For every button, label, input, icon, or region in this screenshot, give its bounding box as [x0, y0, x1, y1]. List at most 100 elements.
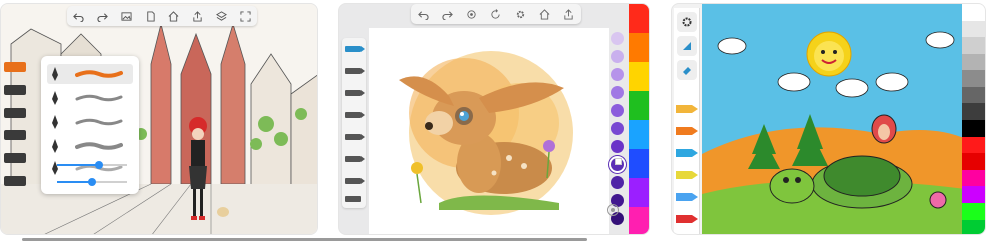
- slider-knob[interactable]: [95, 161, 103, 169]
- rotate-icon[interactable]: [489, 7, 503, 21]
- palette-color-cell[interactable]: [962, 70, 985, 87]
- palette-color-cell[interactable]: [962, 103, 985, 121]
- tool-sidebar: [4, 62, 26, 186]
- crayon-color[interactable]: [676, 188, 698, 201]
- brush-option-airbrush[interactable]: [47, 136, 133, 156]
- brush-sidebar: [342, 38, 366, 208]
- top-toolbar: [411, 4, 581, 24]
- slider-fill: [57, 164, 99, 166]
- palette-color-cell[interactable]: [629, 91, 649, 120]
- brush-stroke-preview: [75, 118, 123, 126]
- crayon-color[interactable]: [676, 144, 698, 157]
- palette-color-cell[interactable]: [962, 186, 985, 203]
- share-icon[interactable]: [562, 7, 576, 21]
- brush-tools: [345, 46, 365, 202]
- crayon-color[interactable]: [676, 122, 698, 135]
- color-swatch[interactable]: [610, 140, 624, 153]
- brush-stroke-preview: [75, 142, 123, 150]
- home-icon[interactable]: [167, 9, 181, 23]
- pen-icon: [52, 67, 58, 81]
- brush-option-pencil[interactable]: [47, 112, 133, 132]
- redo-icon[interactable]: [440, 7, 454, 21]
- gear-icon[interactable]: [513, 7, 527, 21]
- palette-color-cell[interactable]: [962, 120, 985, 137]
- brush-option-crayon[interactable]: [47, 158, 133, 178]
- brush-size-slider[interactable]: [57, 161, 127, 169]
- undo-icon[interactable]: [72, 9, 86, 23]
- crayon-color[interactable]: [676, 166, 698, 179]
- fawn-watercolor-artwork: [399, 51, 573, 215]
- palette-color-cell[interactable]: [629, 149, 649, 178]
- palette-color-cell[interactable]: [962, 20, 985, 38]
- pencil-icon: [52, 115, 58, 129]
- color-swatch[interactable]: [610, 122, 624, 135]
- palette-color-cell[interactable]: [629, 178, 649, 207]
- color-swatch[interactable]: [610, 104, 624, 117]
- brush-opacity-slider[interactable]: [57, 178, 127, 186]
- share-icon[interactable]: [191, 9, 205, 23]
- palette-color-cell[interactable]: [962, 86, 985, 104]
- drawing-canvas[interactable]: [369, 28, 609, 234]
- marker-tool-button[interactable]: [4, 84, 26, 95]
- horizontal-scrollbar-thumb[interactable]: [22, 238, 587, 241]
- brush-picker-popup: [41, 56, 139, 194]
- bucket-icon: [683, 42, 691, 50]
- fullscreen-icon[interactable]: [238, 9, 252, 23]
- redo-icon[interactable]: [96, 9, 110, 23]
- eraser-button[interactable]: [677, 60, 697, 80]
- palette-color-cell[interactable]: [629, 207, 649, 234]
- palette-color-cell[interactable]: [962, 153, 985, 170]
- fill-tool-button[interactable]: [4, 175, 26, 186]
- palette-color-cell[interactable]: [962, 37, 985, 54]
- palette-color-cell[interactable]: [629, 33, 649, 62]
- home-icon[interactable]: [538, 7, 552, 21]
- color-swatch[interactable]: [610, 68, 624, 81]
- brush-stroke-preview: [75, 70, 123, 78]
- settings-button[interactable]: [677, 12, 697, 32]
- marker-icon: [52, 91, 58, 105]
- top-toolbar: [67, 6, 257, 26]
- coloring-page-artwork: [702, 4, 966, 234]
- color-swatch[interactable]: [610, 50, 624, 63]
- undo-icon[interactable]: [416, 7, 430, 21]
- crayon-color[interactable]: [676, 210, 698, 223]
- palette-color-cell[interactable]: [629, 4, 649, 33]
- palette-color-cell[interactable]: [629, 62, 649, 91]
- pencil-tool-button[interactable]: [4, 107, 26, 118]
- eyedropper-icon: [611, 208, 615, 212]
- airbrush-tool-button[interactable]: [4, 130, 26, 141]
- eyedropper-button[interactable]: [607, 204, 619, 216]
- palette-color-cell[interactable]: [962, 53, 985, 71]
- palette-color-cell[interactable]: [962, 169, 985, 187]
- brush-option-marker[interactable]: [47, 88, 133, 108]
- eraser-icon: [683, 67, 691, 75]
- palette-color-cell[interactable]: [962, 136, 985, 154]
- coloring-canvas[interactable]: [702, 4, 966, 234]
- image-icon[interactable]: [119, 9, 133, 23]
- screenshot-kids-coloring: [671, 3, 986, 235]
- grayscale-and-color-palette-strip[interactable]: [962, 4, 985, 234]
- color-preview: [615, 158, 622, 165]
- layers-icon[interactable]: [214, 9, 228, 23]
- palette-color-cell[interactable]: [629, 120, 649, 149]
- palette-color-cell[interactable]: [962, 219, 985, 234]
- bucket-button[interactable]: [677, 36, 697, 56]
- coloring-tool-sidebar: [674, 8, 700, 234]
- brush-option-pen[interactable]: [47, 64, 133, 84]
- color-swatch[interactable]: [610, 32, 624, 45]
- app-screenshot-strip: [0, 0, 990, 242]
- settings-icon[interactable]: [465, 7, 479, 21]
- crayon-color[interactable]: [676, 100, 698, 113]
- eraser-tool-button[interactable]: [4, 153, 26, 164]
- palette-color-cell[interactable]: [962, 202, 985, 220]
- palette-color-cell[interactable]: [962, 4, 985, 21]
- airbrush-icon: [52, 139, 58, 153]
- page-icon[interactable]: [143, 9, 157, 23]
- color-swatch[interactable]: [610, 86, 624, 99]
- color-swatch-column: [607, 32, 627, 230]
- pen-tool-button[interactable]: [4, 62, 26, 72]
- rainbow-palette-strip[interactable]: [629, 4, 649, 234]
- slider-fill: [57, 181, 92, 183]
- slider-knob[interactable]: [88, 178, 96, 186]
- color-swatch[interactable]: [610, 176, 624, 189]
